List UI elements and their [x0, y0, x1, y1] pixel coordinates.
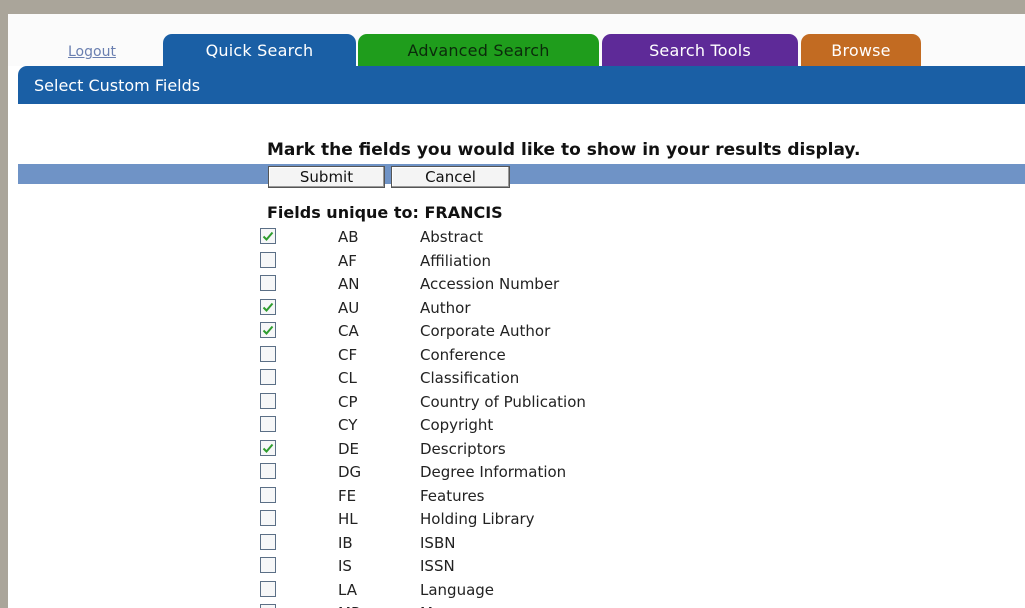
- field-row-cf: CF Conference: [260, 344, 960, 368]
- field-code: CA: [338, 322, 359, 340]
- checkbox-cf[interactable]: [260, 345, 276, 362]
- field-code: AF: [338, 251, 357, 270]
- button-strip: [18, 164, 1025, 184]
- field-name: Map: [420, 604, 452, 608]
- submit-button[interactable]: Submit: [268, 166, 385, 188]
- field-code: CF: [338, 345, 358, 364]
- field-name: ISSN: [420, 557, 455, 575]
- field-code: CL: [338, 369, 357, 387]
- checkbox-cl[interactable]: [260, 369, 276, 385]
- checkbox-mp[interactable]: [260, 604, 276, 608]
- logout-link[interactable]: Logout: [68, 44, 116, 60]
- checkmark-icon: [262, 231, 274, 241]
- field-code: IS: [338, 557, 352, 575]
- checkbox-af[interactable]: [260, 251, 276, 268]
- field-code: CY: [338, 416, 358, 434]
- field-code: AB: [338, 228, 359, 246]
- field-name: ISBN: [420, 533, 456, 552]
- field-name: Descriptors: [420, 439, 506, 458]
- field-name: Copyright: [420, 416, 494, 434]
- field-row-hl: HL Holding Library: [260, 508, 960, 532]
- field-name: Classification: [420, 369, 520, 387]
- checkbox-ib[interactable]: [260, 533, 276, 550]
- field-row-is: IS ISSN: [260, 555, 960, 579]
- tab-bar: Logout Quick Search Advanced Search Sear…: [8, 14, 1025, 67]
- tab-browse[interactable]: Browse: [801, 34, 921, 67]
- field-code: DE: [338, 439, 360, 458]
- field-row-an: AN Accession Number: [260, 273, 960, 297]
- field-row-de: DE Descriptors: [260, 438, 960, 462]
- checkbox-cp[interactable]: [260, 392, 276, 409]
- field-name: Degree Information: [420, 463, 567, 481]
- checkbox-ca[interactable]: [260, 322, 276, 338]
- field-row-af: AF Affiliation: [260, 250, 960, 274]
- field-code: IB: [338, 533, 353, 552]
- checkbox-is[interactable]: [260, 557, 276, 573]
- field-name: Holding Library: [420, 510, 535, 528]
- checkbox-ab[interactable]: [260, 228, 276, 244]
- field-row-ca: CA Corporate Author: [260, 320, 960, 344]
- checkbox-de[interactable]: [260, 439, 276, 456]
- field-row-ib: IB ISBN: [260, 532, 960, 556]
- checkbox-cy[interactable]: [260, 416, 276, 432]
- field-code: HL: [338, 510, 358, 528]
- instruction-text: Mark the fields you would like to show i…: [267, 140, 861, 160]
- field-code: DG: [338, 463, 362, 481]
- page: Logout Quick Search Advanced Search Sear…: [8, 14, 1025, 608]
- field-row-ab: AB Abstract: [260, 226, 960, 250]
- field-code: AU: [338, 298, 360, 317]
- field-list: AB Abstract AF Affiliation AN Accession Numbe…: [260, 226, 960, 608]
- checkbox-hl[interactable]: [260, 510, 276, 526]
- field-row-au: AU Author: [260, 297, 960, 321]
- field-row-cp: CP Country of Publication: [260, 391, 960, 415]
- field-row-cy: CY Copyright: [260, 414, 960, 438]
- tab-search-tools[interactable]: Search Tools: [602, 34, 798, 67]
- section-title-bar: Select Custom Fields: [18, 66, 1025, 104]
- field-row-cl: CL Classification: [260, 367, 960, 391]
- field-code: AN: [338, 275, 360, 293]
- field-name: Country of Publication: [420, 392, 586, 411]
- field-name: Conference: [420, 345, 506, 364]
- field-code: FE: [338, 486, 357, 505]
- field-name: Abstract: [420, 228, 483, 246]
- field-name: Language: [420, 580, 495, 599]
- custom-fields-form: Mark the fields you would like to show i…: [8, 104, 1025, 608]
- fields-heading: Fields unique to: FRANCIS: [267, 203, 503, 222]
- field-code: LA: [338, 580, 357, 599]
- field-name: Corporate Author: [420, 322, 551, 340]
- checkmark-icon: [262, 302, 274, 312]
- tab-advanced-search[interactable]: Advanced Search: [358, 34, 599, 67]
- field-code: CP: [338, 392, 358, 411]
- field-code: MP: [338, 604, 360, 608]
- checkbox-au[interactable]: [260, 298, 276, 315]
- checkbox-an[interactable]: [260, 275, 276, 291]
- field-name: Author: [420, 298, 471, 317]
- field-row-la: LA Language: [260, 579, 960, 603]
- section-title: Select Custom Fields: [34, 75, 201, 95]
- cancel-button[interactable]: Cancel: [391, 166, 510, 188]
- checkmark-icon: [262, 325, 274, 335]
- field-name: Accession Number: [420, 275, 560, 293]
- field-row-fe: FE Features: [260, 485, 960, 509]
- checkbox-la[interactable]: [260, 580, 276, 597]
- tab-quick-search[interactable]: Quick Search: [163, 34, 356, 67]
- field-row-mp: MP Map: [260, 602, 960, 608]
- checkmark-icon: [262, 443, 274, 453]
- field-name: Affiliation: [420, 251, 492, 270]
- field-row-dg: DG Degree Information: [260, 461, 960, 485]
- checkbox-dg[interactable]: [260, 463, 276, 479]
- checkbox-fe[interactable]: [260, 486, 276, 503]
- field-name: Features: [420, 486, 485, 505]
